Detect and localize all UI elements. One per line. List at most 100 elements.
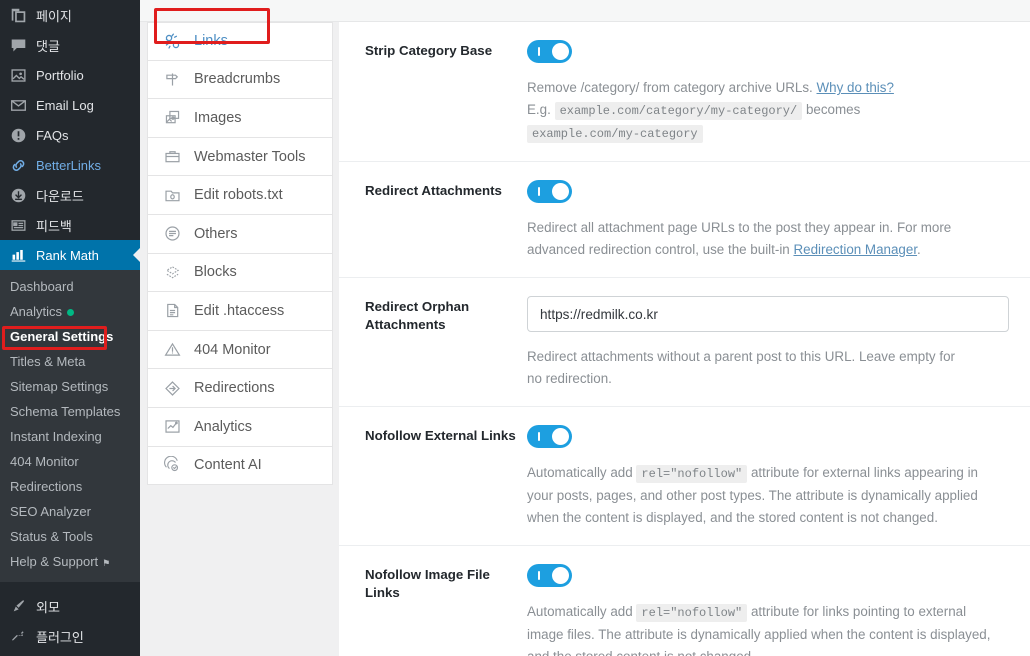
setting-description: Redirect attachments without a parent po… [527,349,955,386]
tab-label: Breadcrumbs [194,71,281,88]
green-dot-badge [67,309,75,317]
images-icon [162,107,183,128]
redirect-orphan-attachments-input[interactable] [527,296,1009,332]
submenu-label: Titles & Meta [10,354,86,369]
tab-label: Analytics [194,418,253,435]
desc-text: Automatically add [527,465,637,480]
redirect-diamond-icon [162,378,183,399]
sidebar-item-comments[interactable]: 댓글 [0,30,140,60]
submenu-item-sitemap-settings[interactable]: Sitemap Settings [0,374,140,399]
submenu-item-dashboard[interactable]: Dashboard [0,274,140,299]
submenu-label: Dashboard [10,279,74,294]
submenu-item-instant-indexing[interactable]: Instant Indexing [0,424,140,449]
setting-label: Strip Category Base [365,43,493,58]
sidebar-item-appearance[interactable]: 외모 [0,591,140,621]
submenu-item-status-tools[interactable]: Status & Tools [0,524,140,549]
sidebar-item-feedback[interactable]: 피드백 [0,210,140,240]
submenu-label: Analytics [10,304,63,319]
sidebar-label: 페이지 [36,8,72,24]
submenu-item-general-settings[interactable]: General Settings [0,324,140,349]
setting-nofollow-image-file-links: Nofollow Image File Links Automatically … [339,546,1030,656]
submenu-item-seo-analyzer[interactable]: SEO Analyzer [0,499,140,524]
tab-breadcrumbs[interactable]: Breadcrumbs [147,60,333,100]
broken-link-icon [162,31,183,52]
tab-404-monitor[interactable]: 404 Monitor [147,330,333,370]
sidebar-item-pages[interactable]: 페이지 [0,0,140,30]
setting-description: Automatically add rel="nofollow" attribu… [527,601,1005,656]
submenu-item-titles-meta[interactable]: Titles & Meta [0,349,140,374]
content-ai-icon [162,455,183,476]
setting-redirect-orphan-attachments: Redirect Orphan Attachments Redirect att… [339,278,1030,407]
tab-label: Edit robots.txt [194,187,283,204]
nofollow-image-file-links-toggle[interactable] [527,564,572,587]
sidebar-label: FAQs [36,127,69,143]
submenu-item-redirections[interactable]: Redirections [0,474,140,499]
setting-strip-category-base: Strip Category Base Remove /category/ fr… [339,22,1030,162]
sidebar-item-betterlinks[interactable]: BetterLinks [0,150,140,180]
tab-label: Blocks [194,264,237,281]
tabcol-top-strip [140,0,339,22]
example-url-from: example.com/category/my-category/ [554,102,803,120]
tab-edit-robots-txt[interactable]: Edit robots.txt [147,176,333,215]
sidebar-label: 다운로드 [36,188,84,204]
blocks-icon [162,262,183,283]
tab-content-ai[interactable]: Content AI [147,446,333,486]
sidebar-label: Email Log [36,97,94,113]
tab-analytics[interactable]: Analytics [147,407,333,447]
why-do-this-link[interactable]: Why do this? [817,80,894,95]
tab-links[interactable]: Links [147,22,333,61]
example-url-to: example.com/my-category [527,125,703,143]
robots-folder-icon [162,185,183,206]
sidebar-separator [0,582,140,591]
redirect-attachments-toggle[interactable] [527,180,572,203]
sidebar-label: 댓글 [36,38,60,54]
sidebar-item-rank-math[interactable]: Rank Math [0,240,140,270]
tab-label: Content AI [194,457,262,474]
briefcase-icon [162,146,183,167]
document-lines-icon [162,300,183,321]
sidebar-item-faqs[interactable]: FAQs [0,120,140,150]
nofollow-external-links-toggle[interactable] [527,425,572,448]
strip-category-base-toggle[interactable] [527,40,572,63]
tab-others[interactable]: Others [147,214,333,254]
sidebar-item-downloads[interactable]: 다운로드 [0,180,140,210]
tab-label: 404 Monitor [194,341,271,358]
sidebar-item-email-log[interactable]: Email Log [0,90,140,120]
sidebar-label: BetterLinks [36,157,102,173]
submenu-item-404-monitor[interactable]: 404 Monitor [0,449,140,474]
wp-admin-sidebar: 페이지 댓글 Portfolio Email Log FAQs BetterLi… [0,0,140,656]
tab-webmaster-tools[interactable]: Webmaster Tools [147,137,333,177]
toggle-knob [552,567,569,584]
sidebar-label: Rank Math [36,247,99,263]
tab-edit-htaccess[interactable]: Edit .htaccess [147,292,333,331]
setting-label: Nofollow Image File Links [365,567,490,600]
content-top-strip [339,0,1030,22]
redirection-manager-link[interactable]: Redirection Manager [793,242,917,257]
sidebar-item-portfolio[interactable]: Portfolio [0,60,140,90]
tab-label: Webmaster Tools [194,148,306,165]
toggle-knob [552,183,569,200]
tab-blocks[interactable]: Blocks [147,253,333,293]
setting-label: Nofollow External Links [365,428,516,443]
eg-middle: becomes [805,102,861,117]
setting-label: Redirect Attachments [365,183,502,198]
tab-label: Images [194,109,242,126]
tab-images[interactable]: Images [147,99,333,138]
tab-redirections[interactable]: Redirections [147,369,333,408]
comments-icon [8,35,28,55]
submenu-item-help-support[interactable]: Help & Support ⚑ [0,549,140,576]
submenu-item-analytics[interactable]: Analytics [0,299,140,324]
submenu-label: Status & Tools [10,529,93,544]
toggle-bar [538,571,540,580]
rel-nofollow-code: rel="nofollow" [636,465,748,483]
download-icon [8,185,28,205]
toggle-knob [552,428,569,445]
signpost-icon [162,69,183,90]
submenu-item-schema-templates[interactable]: Schema Templates [0,399,140,424]
tab-label: Edit .htaccess [194,302,285,319]
chart-box-icon [162,416,183,437]
sidebar-item-plugins[interactable]: 플러그인 [0,621,140,651]
plugins-plug-icon [8,626,28,646]
appearance-brush-icon [8,596,28,616]
warning-triangle-icon [162,339,183,360]
